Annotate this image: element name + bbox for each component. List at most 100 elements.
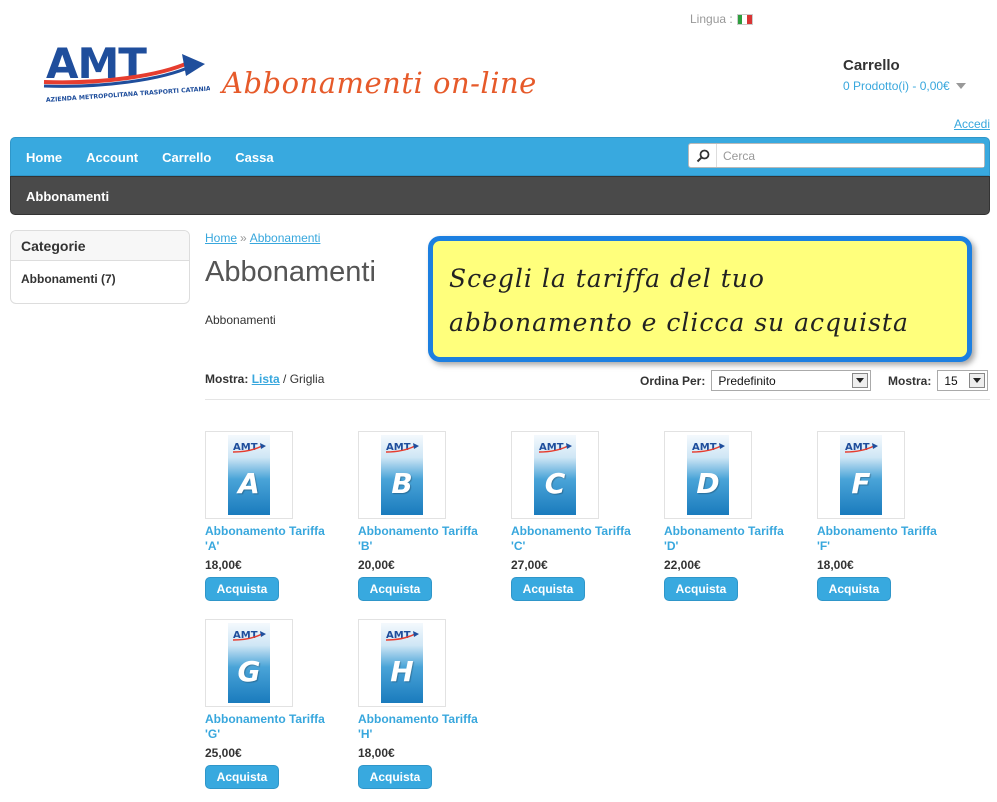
logo-subtitle: AZIENDA METROPOLITANA TRASPORTI CATANIA (46, 85, 210, 104)
nav-item-home[interactable]: Home (26, 150, 62, 165)
product-name-link[interactable]: Abbonamento Tariffa 'A' (205, 524, 335, 554)
sort-control: Ordina Per: Predefinito (640, 370, 872, 391)
chevron-down-icon[interactable] (852, 373, 869, 388)
buy-button[interactable]: Acquista (358, 765, 432, 789)
display-list-link[interactable]: Lista (252, 372, 280, 386)
login-link[interactable]: Accedi (954, 117, 990, 131)
display-mode: Mostra: Lista / Griglia (205, 372, 324, 386)
search-box (688, 143, 985, 168)
product-name-link[interactable]: Abbonamento Tariffa 'D' (664, 524, 794, 554)
amt-mini-logo-icon: AMT (385, 442, 419, 453)
callout-line-1: Scegli la tariffa del tuo (449, 264, 765, 293)
buy-button[interactable]: Acquista (205, 577, 279, 601)
tariff-letter: G (237, 655, 261, 688)
chevron-down-icon[interactable] (955, 83, 966, 89)
instruction-callout: Scegli la tariffa del tuo abbonamento e … (428, 236, 972, 362)
product-name-link[interactable]: Abbonamento Tariffa 'B' (358, 524, 488, 554)
site-title: Abbonamenti on-line (222, 66, 537, 100)
buy-button[interactable]: Acquista (664, 577, 738, 601)
ticket-card-graphic: AMT G (228, 623, 270, 703)
product-price: 20,00€ (358, 558, 395, 572)
italian-flag-icon[interactable] (736, 13, 753, 25)
categories-title: Categorie (11, 231, 189, 261)
ticket-card-graphic: AMT B (381, 435, 423, 515)
amt-logo[interactable]: AMT AZIENDA METROPOLITANA TRASPORTI CATA… (42, 36, 211, 108)
product-image[interactable]: AMT G (205, 619, 293, 707)
breadcrumb-home[interactable]: Home (205, 231, 237, 245)
product-name-link[interactable]: Abbonamento Tariffa 'G' (205, 712, 335, 742)
ticket-card-graphic: AMT C (534, 435, 576, 515)
sort-select-value: Predefinito (718, 373, 776, 388)
amt-mini-logo-icon: AMT (385, 630, 419, 641)
tariff-letter: H (390, 655, 414, 688)
nav-item-cart[interactable]: Carrello (162, 150, 211, 165)
sidebar-item-abbonamenti[interactable]: Abbonamenti (7) (11, 261, 189, 297)
product-card: AMT C Abbonamento Tariffa 'C' 27,00€ Acquist… (511, 431, 641, 601)
product-card: AMT B Abbonamento Tariffa 'B' 20,00€ Acquist… (358, 431, 488, 601)
search-icon (696, 149, 709, 162)
product-image[interactable]: AMT D (664, 431, 752, 519)
categories-box: Categorie Abbonamenti (7) (10, 230, 190, 304)
product-card: AMT G Abbonamento Tariffa 'G' 25,00€ Acquist… (205, 619, 335, 789)
product-card: AMT F Abbonamento Tariffa 'F' 18,00€ Acquist… (817, 431, 947, 601)
product-image[interactable]: AMT F (817, 431, 905, 519)
product-card: AMT D Abbonamento Tariffa 'D' 22,00€ Acquist… (664, 431, 794, 601)
display-label: Mostra: (205, 372, 249, 386)
tariff-letter: D (696, 467, 720, 500)
category-link-abbonamenti[interactable]: Abbonamenti (26, 189, 109, 204)
category-bar: Abbonamenti (10, 176, 990, 215)
breadcrumb-current[interactable]: Abbonamenti (250, 231, 321, 245)
product-image[interactable]: AMT H (358, 619, 446, 707)
category-description: Abbonamenti (205, 313, 276, 327)
breadcrumb-separator: » (240, 231, 247, 245)
ticket-card-graphic: AMT H (381, 623, 423, 703)
buy-button[interactable]: Acquista (205, 765, 279, 789)
amt-mini-logo-icon: AMT (232, 442, 266, 453)
search-input[interactable] (717, 144, 984, 167)
cart-summary[interactable]: 0 Prodotto(i) - 0,00€ (843, 79, 966, 93)
nav-item-checkout[interactable]: Cassa (235, 150, 273, 165)
main-nav: Home Account Carrello Cassa (10, 137, 990, 176)
nav-item-account[interactable]: Account (86, 150, 138, 165)
tariff-letter: C (544, 467, 566, 500)
ticket-card-graphic: AMT F (840, 435, 882, 515)
language-selector: Lingua : (690, 12, 753, 26)
product-grid: AMT A Abbonamento Tariffa 'A' 18,00€ Acquist… (205, 431, 985, 789)
buy-button[interactable]: Acquista (817, 577, 891, 601)
limit-label: Mostra: (888, 373, 932, 388)
page-title: Abbonamenti (205, 256, 376, 288)
product-price: 18,00€ (205, 558, 242, 572)
limit-control: Mostra: 15 (888, 370, 989, 391)
product-card: AMT A Abbonamento Tariffa 'A' 18,00€ Acquist… (205, 431, 335, 601)
amt-mini-logo-icon: AMT (232, 630, 266, 641)
display-grid-label: Griglia (289, 372, 325, 386)
product-name-link[interactable]: Abbonamento Tariffa 'F' (817, 524, 947, 554)
tariff-letter: A (238, 467, 260, 500)
cart-summary-text[interactable]: 0 Prodotto(i) - 0,00€ (843, 79, 950, 93)
chevron-down-icon[interactable] (969, 373, 986, 388)
product-name-link[interactable]: Abbonamento Tariffa 'H' (358, 712, 488, 742)
product-price: 18,00€ (817, 558, 854, 572)
display-separator: / (279, 372, 290, 386)
product-name-link[interactable]: Abbonamento Tariffa 'C' (511, 524, 641, 554)
product-price: 18,00€ (358, 746, 395, 760)
product-price: 25,00€ (205, 746, 242, 760)
amt-mini-logo-icon: AMT (538, 442, 572, 453)
cart-widget[interactable]: Carrello 0 Prodotto(i) - 0,00€ (843, 57, 966, 93)
search-button[interactable] (689, 144, 717, 167)
amt-mini-logo-icon: AMT (691, 442, 725, 453)
product-image[interactable]: AMT B (358, 431, 446, 519)
product-card: AMT H Abbonamento Tariffa 'H' 18,00€ Acquist… (358, 619, 488, 789)
limit-select[interactable]: 15 (937, 370, 989, 391)
buy-button[interactable]: Acquista (511, 577, 585, 601)
product-price: 27,00€ (511, 558, 548, 572)
sort-select[interactable]: Predefinito (711, 370, 872, 391)
limit-select-value: 15 (944, 373, 958, 388)
ticket-card-graphic: AMT A (228, 435, 270, 515)
product-image[interactable]: AMT C (511, 431, 599, 519)
amt-mini-logo-icon: AMT (844, 442, 878, 453)
product-price: 22,00€ (664, 558, 701, 572)
breadcrumb: Home» Abbonamenti (205, 231, 320, 245)
buy-button[interactable]: Acquista (358, 577, 432, 601)
product-image[interactable]: AMT A (205, 431, 293, 519)
